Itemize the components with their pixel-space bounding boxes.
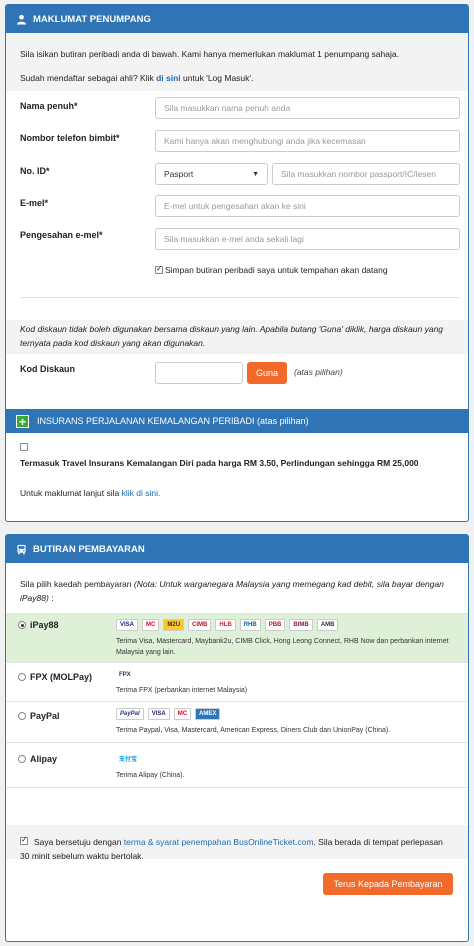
paypal-logos: PayPal VISA MC AMEX [116, 708, 224, 720]
passenger-header-title: MAKLUMAT PENUMPANG [33, 13, 151, 25]
passenger-intro: Sila isikan butiran peribadi anda di baw… [20, 49, 399, 59]
save-details-label: Simpan butiran peribadi saya untuk tempa… [165, 265, 388, 275]
discount-input[interactable] [155, 362, 243, 384]
payment-method-ipay88[interactable]: iPay88 VISA MC M2U CIMB HLB RHB PBB BIMB… [6, 613, 468, 663]
alipay-radio[interactable] [18, 755, 26, 763]
bus-icon [17, 544, 26, 554]
chevron-down-icon: ▼ [252, 170, 259, 178]
continue-payment-button[interactable]: Terus Kepada Pembayaran [323, 873, 453, 895]
insurance-more-prefix: Untuk maklumat lanjut sila [20, 488, 120, 498]
id-label: No. ID* [20, 166, 50, 176]
insurance-text: Termasuk Travel Insurans Kemalangan Diri… [20, 458, 419, 468]
fpx-name: FPX (MOLPay) [30, 672, 93, 682]
alipay-logo: 支付宝 [116, 752, 141, 764]
email-confirm-input[interactable] [155, 228, 460, 250]
visa-logo: VISA [116, 619, 139, 631]
payment-method-fpx[interactable]: FPX (MOLPay) FPX Terima FPX (perbankan i… [6, 664, 468, 702]
alipay-logos: 支付宝 [116, 752, 144, 764]
ipay88-logos: VISA MC M2U CIMB HLB RHB PBB BIMB AMB [116, 619, 342, 631]
phone-input[interactable] [155, 130, 460, 152]
paypal-logo: PayPal [116, 708, 144, 720]
mastercard-logo: MC [173, 708, 192, 720]
ambank-logo: AMB [316, 619, 339, 631]
amex-logo: AMEX [195, 708, 221, 720]
apply-discount-button[interactable]: Guna [247, 362, 287, 384]
mastercard-logo: MC [142, 619, 160, 631]
email-confirm-label: Pengesahan e-mel* [20, 230, 103, 240]
member-prefix: Sudah mendaftar sebagai ahli? Klik [20, 73, 154, 83]
ipay88-name: iPay88 [30, 620, 59, 630]
rhb-logo: RHB [239, 619, 261, 631]
member-suffix: untuk 'Log Masuk'. [183, 73, 254, 83]
email-label: E-mel* [20, 198, 49, 208]
payment-intro-end: : [51, 593, 54, 603]
ipay88-radio[interactable] [18, 621, 26, 629]
paypal-radio[interactable] [18, 712, 26, 720]
id-type-value: Pasport [164, 169, 194, 179]
fpx-desc: Terima FPX (perbankan internet Malaysia) [116, 687, 248, 694]
maybank-logo: M2U [163, 619, 185, 631]
divider [20, 297, 460, 298]
discount-optional: (atas pilihan) [294, 367, 343, 377]
hongleong-logo: HLB [215, 619, 236, 631]
terms-prefix: Saya bersetuju dengan [34, 837, 122, 847]
terms-link[interactable]: terma & syarat penempahan BusOnlineTicke… [124, 837, 314, 847]
insurance-more-link[interactable]: klik di sini. [122, 488, 161, 498]
save-details-checkbox[interactable] [155, 264, 163, 274]
discount-label: Kod Diskaun [20, 364, 76, 374]
id-type-select[interactable]: Pasport ▼ [155, 163, 268, 185]
payment-header: BUTIRAN PEMBAYARAN [6, 535, 468, 563]
fpx-logo: FPX [116, 669, 134, 681]
cimb-logo: CIMB [188, 619, 212, 631]
payment-panel: BUTIRAN PEMBAYARAN Sila pilih kaedah pem… [5, 534, 469, 942]
ipay88-desc: Terima Visa, Mastercard, Maybank2u, CIMB… [116, 638, 449, 656]
payment-method-alipay[interactable]: Alipay 支付宝 Terima Alipay (China). [6, 744, 468, 788]
fpx-logos: FPX [116, 669, 138, 681]
insurance-checkbox[interactable] [20, 443, 28, 451]
insurance-header-title: INSURANS PERJALANAN KEMALANGAN PERIBADI … [37, 416, 309, 426]
id-number-input[interactable] [272, 163, 460, 185]
bankislam-logo: BIMB [289, 619, 313, 631]
payment-intro: Sila pilih kaedah pembayaran (Nota: Untu… [20, 577, 450, 605]
insurance-more: Untuk maklumat lanjut sila klik di sini. [20, 488, 160, 498]
payment-method-paypal[interactable]: PayPal PayPal VISA MC AMEX Terima Paypal… [6, 703, 468, 743]
phone-label: Nombor telefon bimbit* [20, 133, 120, 143]
email-input[interactable] [155, 195, 460, 217]
terms-text: Saya bersetuju dengan terma & syarat pen… [20, 835, 450, 863]
discount-note: Kod diskaun tidak boleh digunakan bersam… [20, 324, 444, 348]
user-icon [16, 14, 27, 25]
insurance-header: + INSURANS PERJALANAN KEMALANGAN PERIBAD… [6, 409, 468, 433]
passenger-panel: MAKLUMAT PENUMPANG Sila isikan butiran p… [5, 4, 469, 522]
name-input[interactable] [155, 97, 460, 119]
member-login-line: Sudah mendaftar sebagai ahli? Klik di si… [20, 73, 253, 83]
payment-header-title: BUTIRAN PEMBAYARAN [33, 543, 145, 555]
alipay-name: Alipay [30, 754, 58, 764]
publicbank-logo: PBB [264, 619, 286, 631]
name-label: Nama penuh* [20, 101, 78, 111]
fpx-radio[interactable] [18, 673, 26, 681]
passenger-header: MAKLUMAT PENUMPANG [6, 5, 468, 33]
paypal-desc: Terima Paypal, Visa, Mastercard, America… [116, 727, 391, 734]
visa-logo: VISA [147, 708, 170, 720]
plus-icon: + [16, 414, 29, 428]
paypal-name: PayPal [30, 711, 60, 721]
payment-intro-plain: Sila pilih kaedah pembayaran [20, 579, 132, 589]
member-login-link[interactable]: di sini [156, 73, 181, 83]
alipay-desc: Terima Alipay (China). [116, 772, 185, 779]
